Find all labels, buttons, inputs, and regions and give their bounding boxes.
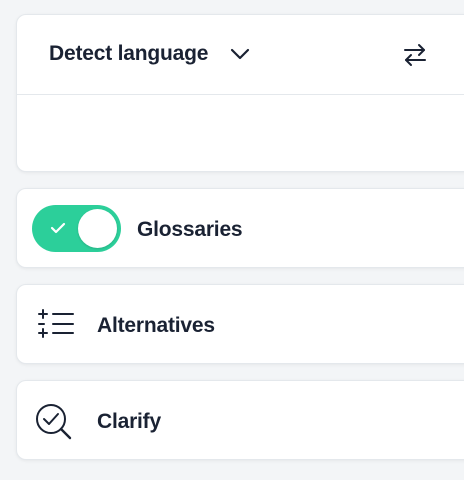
list-sparkle-icon <box>35 305 75 345</box>
alternatives-row[interactable]: Alternatives <box>16 284 464 364</box>
alternatives-label: Alternatives <box>97 314 215 337</box>
swap-arrows-icon <box>404 44 426 66</box>
chevron-down-icon <box>230 48 250 60</box>
toggle-knob <box>78 209 117 248</box>
glossaries-row: Glossaries <box>16 188 464 268</box>
clarify-row[interactable]: Clarify <box>16 380 464 460</box>
language-panel: Detect language <box>16 14 464 172</box>
glossaries-toggle[interactable] <box>32 205 121 252</box>
swap-languages-button[interactable] <box>401 41 429 69</box>
source-language-label: Detect language <box>49 42 209 65</box>
check-icon <box>50 222 66 234</box>
source-language-select[interactable]: Detect language <box>49 42 250 66</box>
glossaries-label: Glossaries <box>137 218 243 241</box>
language-header: Detect language <box>17 15 464 95</box>
magnifier-check-icon <box>35 401 75 441</box>
clarify-label: Clarify <box>97 410 161 433</box>
